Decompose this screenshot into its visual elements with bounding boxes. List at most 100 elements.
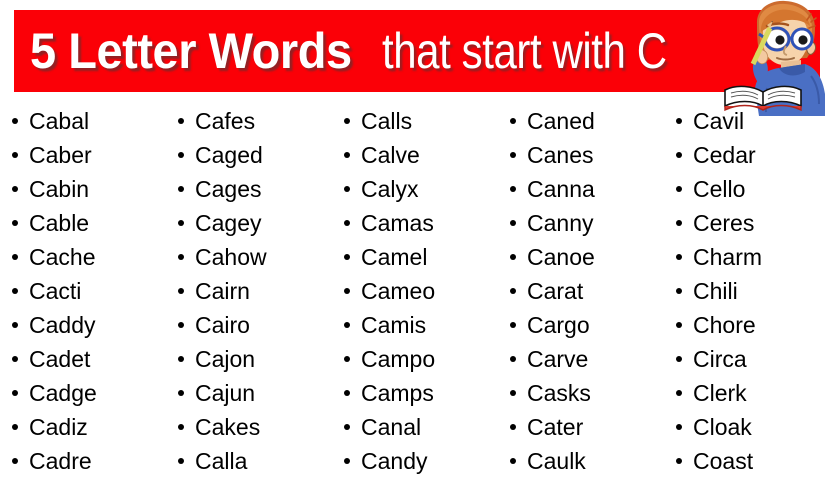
list-item: Calla xyxy=(178,444,344,478)
list-item: Cache xyxy=(12,240,178,274)
list-item: Cabin xyxy=(12,172,178,206)
word-columns: Cabal Caber Cabin Cable Cache Cacti Cadd… xyxy=(0,104,833,478)
bullet-icon xyxy=(510,424,516,430)
word-label: Ceres xyxy=(693,209,755,236)
bullet-icon xyxy=(510,118,516,124)
list-item: Cages xyxy=(178,172,344,206)
list-item: Cargo xyxy=(510,308,676,342)
bullet-icon xyxy=(344,152,350,158)
word-label: Cages xyxy=(195,175,262,202)
list-item: Cakes xyxy=(178,410,344,444)
bullet-icon xyxy=(344,118,350,124)
list-item: Cacti xyxy=(12,274,178,308)
bullet-icon xyxy=(676,458,682,464)
word-label: Canoe xyxy=(527,243,595,270)
page-title-primary: 5 Letter Words xyxy=(30,23,352,79)
list-item: Cafes xyxy=(178,104,344,138)
word-label: Cello xyxy=(693,175,746,202)
word-label: Charm xyxy=(693,243,763,270)
bullet-icon xyxy=(344,254,350,260)
list-item: Calyx xyxy=(344,172,510,206)
list-item: Caged xyxy=(178,138,344,172)
bullet-icon xyxy=(676,152,682,158)
word-label: Calyx xyxy=(361,175,419,202)
list-item: Clerk xyxy=(676,376,833,410)
word-label: Cacti xyxy=(29,277,82,304)
word-label: Camas xyxy=(361,209,434,236)
word-label: Cadet xyxy=(29,345,91,372)
page-title: 5 Letter Words that start with C xyxy=(30,10,721,92)
list-item: Carve xyxy=(510,342,676,376)
bullet-icon xyxy=(178,254,184,260)
list-item: Cairn xyxy=(178,274,344,308)
bullet-icon xyxy=(344,458,350,464)
list-item: Chili xyxy=(676,274,833,308)
word-label: Canal xyxy=(361,413,422,440)
list-item: Circa xyxy=(676,342,833,376)
list-item: Cajon xyxy=(178,342,344,376)
list-item: Cairo xyxy=(178,308,344,342)
bullet-icon xyxy=(676,356,682,362)
word-list-2: Cafes Caged Cages Cagey Cahow Cairn Cair… xyxy=(178,104,344,478)
word-label: Cedar xyxy=(693,141,756,168)
word-label: Cairn xyxy=(195,277,250,304)
bullet-icon xyxy=(344,322,350,328)
bullet-icon xyxy=(510,220,516,226)
bullet-icon xyxy=(12,288,18,294)
list-item: Calve xyxy=(344,138,510,172)
list-item: Camas xyxy=(344,206,510,240)
word-label: Cabin xyxy=(29,175,90,202)
word-label: Cavil xyxy=(693,107,745,134)
bullet-icon xyxy=(178,390,184,396)
bullet-icon xyxy=(178,322,184,328)
list-item: Cadiz xyxy=(12,410,178,444)
bullet-icon xyxy=(676,118,682,124)
word-label: Cafes xyxy=(195,107,256,134)
bullet-icon xyxy=(12,220,18,226)
word-label: Cahow xyxy=(195,243,267,270)
bullet-icon xyxy=(12,118,18,124)
word-column-3: Calls Calve Calyx Camas Camel Cameo Cami… xyxy=(344,104,510,478)
word-label: Chore xyxy=(693,311,756,338)
word-label: Circa xyxy=(693,345,747,372)
bullet-icon xyxy=(178,186,184,192)
word-label: Cable xyxy=(29,209,90,236)
bullet-icon xyxy=(12,356,18,362)
word-label: Cadiz xyxy=(29,413,88,440)
word-label: Canny xyxy=(527,209,594,236)
list-item: Cadre xyxy=(12,444,178,478)
bullet-icon xyxy=(676,186,682,192)
word-list-3: Calls Calve Calyx Camas Camel Cameo Cami… xyxy=(344,104,510,478)
list-item: Cadge xyxy=(12,376,178,410)
word-label: Coast xyxy=(693,447,754,474)
list-item: Cable xyxy=(12,206,178,240)
list-item: Caulk xyxy=(510,444,676,478)
word-label: Cargo xyxy=(527,311,590,338)
bullet-icon xyxy=(178,288,184,294)
bullet-icon xyxy=(12,186,18,192)
bullet-icon xyxy=(510,288,516,294)
header-banner: 5 Letter Words that start with C xyxy=(0,0,833,116)
word-label: Chili xyxy=(693,277,738,304)
bullet-icon xyxy=(344,186,350,192)
bullet-icon xyxy=(510,458,516,464)
list-item: Cater xyxy=(510,410,676,444)
word-label: Camps xyxy=(361,379,434,406)
word-label: Candy xyxy=(361,447,428,474)
word-label: Cabal xyxy=(29,107,90,134)
bullet-icon xyxy=(178,220,184,226)
word-label: Camis xyxy=(361,311,427,338)
bullet-icon xyxy=(178,424,184,430)
word-label: Caber xyxy=(29,141,92,168)
list-item: Cajun xyxy=(178,376,344,410)
bullet-icon xyxy=(510,152,516,158)
list-item: Canes xyxy=(510,138,676,172)
list-item: Camel xyxy=(344,240,510,274)
word-label: Campo xyxy=(361,345,436,372)
word-label: Cadge xyxy=(29,379,97,406)
list-item: Campo xyxy=(344,342,510,376)
word-label: Cloak xyxy=(693,413,752,440)
list-item: Canoe xyxy=(510,240,676,274)
word-label: Caged xyxy=(195,141,263,168)
word-label: Cache xyxy=(29,243,96,270)
